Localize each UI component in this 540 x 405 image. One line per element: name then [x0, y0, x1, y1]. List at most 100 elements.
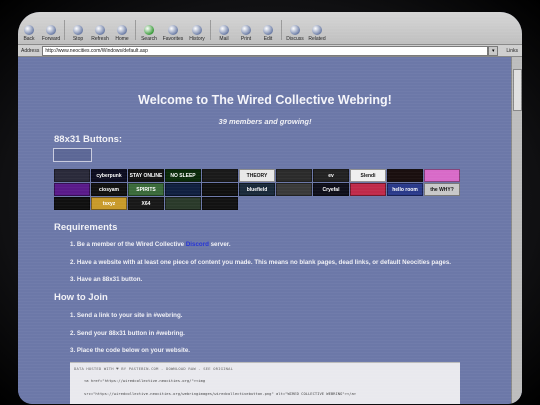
member-button[interactable] — [202, 197, 238, 210]
requirement-text: Have a website with at least one piece o… — [76, 258, 451, 266]
requirements-list: 1. Be a member of the Wired Collective D… — [70, 241, 451, 294]
join-steps-list: 1. Send a link to your site in #webring.… — [70, 312, 190, 365]
member-button[interactable]: ev — [313, 169, 349, 182]
toolbar-button-label: Mail — [219, 36, 229, 42]
list-number: 2. — [70, 258, 77, 266]
back-icon — [24, 25, 34, 35]
toolbar-button-label: Edit — [263, 36, 273, 42]
member-button[interactable]: Slendi — [350, 169, 386, 182]
list-number: 1. — [70, 312, 77, 319]
print-icon — [241, 25, 251, 35]
member-button[interactable] — [424, 169, 460, 182]
requirement-text: server. — [208, 241, 231, 248]
browser-toolbar: Back Forward Stop Refresh Home Search Favorite… — [18, 12, 522, 45]
list-number: 2. — [70, 329, 77, 337]
favorites-icon — [168, 25, 178, 35]
join-step: 1. Send a link to your site in #webring. — [70, 312, 190, 319]
broken-image — [53, 148, 92, 162]
member-button[interactable]: STAY ONLINE — [128, 169, 164, 182]
toolbar-button-label: History — [189, 36, 205, 42]
member-button[interactable] — [276, 169, 312, 182]
url-text: http://www.neocities.com/Windows/default… — [45, 47, 148, 54]
toolbar-button-search[interactable]: Search — [138, 25, 160, 44]
mail-icon — [219, 25, 229, 35]
toolbar-button-label: Print — [240, 36, 252, 42]
member-button[interactable] — [54, 169, 90, 182]
discord-link[interactable]: Discord — [186, 241, 209, 248]
list-number: 3. — [70, 276, 77, 283]
member-button[interactable]: the WHY? — [424, 183, 460, 196]
member-button[interactable] — [54, 197, 90, 210]
member-button[interactable] — [54, 183, 90, 196]
member-button[interactable]: Cryefal — [313, 183, 349, 196]
member-button[interactable]: cyberpunk — [91, 169, 127, 182]
requirement-item: 2. Have a website with at least one piec… — [70, 259, 451, 266]
toolbar-button-label: Related — [308, 36, 326, 42]
member-button[interactable] — [350, 183, 386, 196]
requirement-item: 3. Have an 88x31 button. — [70, 276, 451, 283]
join-step-text: Place the code below on your website. — [76, 347, 191, 354]
member-button[interactable] — [387, 169, 423, 182]
toolbar-button-related[interactable]: Related — [306, 25, 328, 44]
toolbar-button-label: Discuss — [286, 36, 304, 42]
url-input[interactable]: http://www.neocities.com/Windows/default… — [42, 45, 489, 56]
browser-window: Back Forward Stop Refresh Home Search Favorite… — [18, 12, 522, 404]
toolbar-button-label: Refresh — [91, 36, 109, 42]
toolbar-button-label: Stop — [72, 36, 84, 42]
forward-icon — [46, 25, 56, 35]
url-dropdown-icon[interactable]: ▾ — [488, 45, 499, 56]
member-button[interactable]: tsxyz — [91, 197, 127, 210]
join-step-text: Send your 88x31 button in #webring. — [76, 329, 185, 337]
member-button[interactable]: THEORY — [239, 169, 275, 182]
member-button[interactable] — [165, 183, 201, 196]
toolbar-button-label: Search — [141, 36, 157, 42]
member-buttons-grid: cyberpunk STAY ONLINE NO SLEEP THEORY ev Slen… — [54, 169, 464, 210]
links-button[interactable]: Links — [502, 48, 522, 54]
discuss-icon — [290, 25, 300, 35]
join-step: 2. Send your 88x31 button in #webring. — [70, 330, 190, 337]
toolbar-button-refresh[interactable]: Refresh — [89, 25, 111, 44]
toolbar-separator — [135, 20, 136, 40]
buttons-heading: 88x31 Buttons: — [54, 134, 123, 145]
stop-icon — [73, 25, 83, 35]
toolbar-button-favorites[interactable]: Favorites — [160, 25, 186, 44]
toolbar-button-label: Forward — [41, 36, 61, 42]
member-button[interactable] — [165, 197, 201, 210]
scrollbar-thumb[interactable] — [513, 69, 522, 111]
page-title: Welcome to The Wired Collective Webring! — [138, 93, 392, 107]
toolbar-button-back[interactable]: Back — [18, 25, 40, 44]
member-button[interactable]: SPIRITS — [128, 183, 164, 196]
toolbar-separator — [210, 20, 211, 40]
requirement-text: Have an 88x31 button. — [76, 276, 143, 283]
join-step: 3. Place the code below on your website. — [70, 347, 190, 354]
toolbar-button-edit[interactable]: Edit — [257, 25, 279, 44]
toolbar-button-print[interactable]: Print — [235, 25, 257, 44]
vertical-scrollbar[interactable] — [511, 57, 522, 404]
member-button[interactable]: ciosyam — [91, 183, 127, 196]
search-icon — [144, 25, 154, 35]
history-icon — [192, 25, 202, 35]
member-button[interactable]: NO SLEEP — [165, 169, 201, 182]
toolbar-button-label: Favorites — [162, 36, 184, 42]
code-caption: DATA HOSTED WITH ♥ BY PASTEBIN.COM - DOW… — [74, 366, 234, 371]
toolbar-button-stop[interactable]: Stop — [67, 25, 89, 44]
toolbar-button-mail[interactable]: Mail — [213, 25, 235, 44]
member-button[interactable] — [202, 169, 238, 182]
member-button[interactable] — [276, 183, 312, 196]
toolbar-button-forward[interactable]: Forward — [40, 25, 62, 44]
related-icon — [312, 25, 322, 35]
toolbar-button-history[interactable]: History — [186, 25, 208, 44]
address-bar: Address http://www.neocities.com/Windows… — [18, 45, 522, 57]
code-line: <a href="https://wiredcollective.neociti… — [84, 378, 206, 383]
toolbar-button-label: Home — [115, 36, 129, 42]
requirements-heading: Requirements — [54, 222, 118, 233]
member-button[interactable]: bluefield — [239, 183, 275, 196]
requirement-text: Be a member of the Wired Collective — [76, 241, 186, 248]
toolbar-button-discuss[interactable]: Discuss — [284, 25, 306, 44]
member-button[interactable] — [202, 183, 238, 196]
member-button[interactable]: hello room — [387, 183, 423, 196]
toolbar-button-home[interactable]: Home — [111, 25, 133, 44]
member-button[interactable]: X64 — [128, 197, 164, 210]
how-to-join-heading: How to Join — [54, 292, 108, 303]
embed-code-box[interactable]: DATA HOSTED WITH ♥ BY PASTEBIN.COM - DOW… — [70, 362, 460, 404]
